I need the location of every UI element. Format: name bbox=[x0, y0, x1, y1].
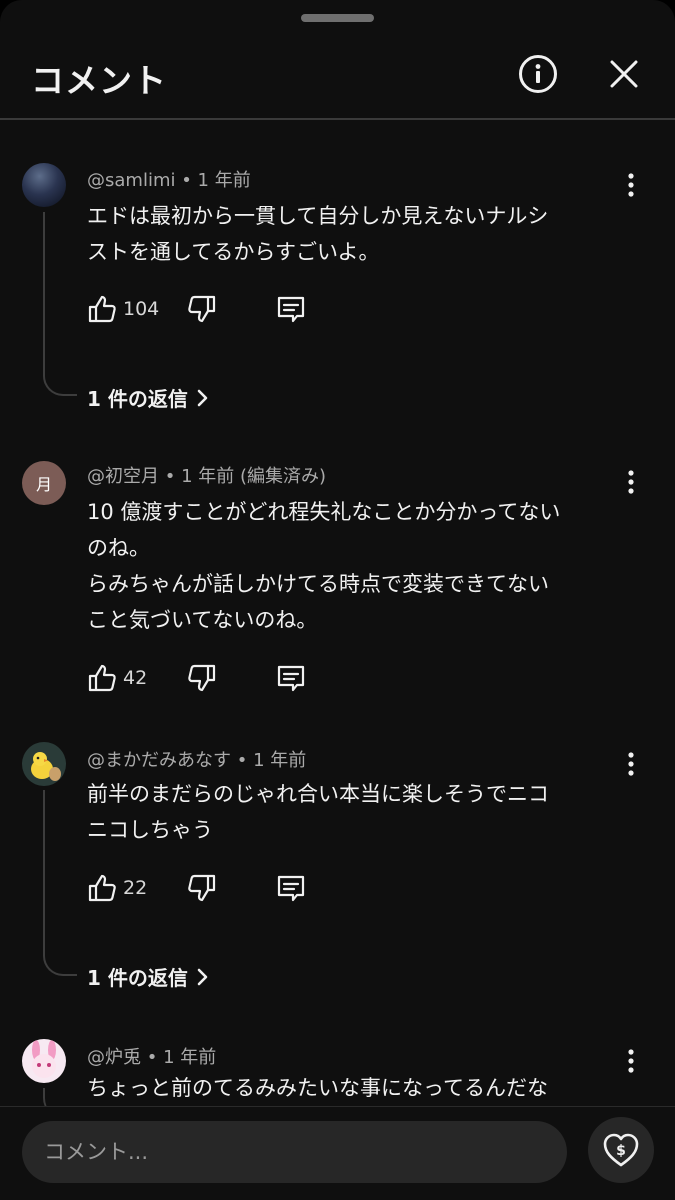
like-count: 42 bbox=[123, 667, 148, 689]
replies-label: 1 件の返信 bbox=[87, 966, 188, 990]
thread-line bbox=[43, 790, 77, 976]
close-button[interactable] bbox=[598, 48, 650, 100]
more-options-button[interactable] bbox=[614, 465, 648, 499]
thumbs-down-icon bbox=[188, 295, 216, 323]
info-circle-icon bbox=[519, 55, 557, 93]
more-vertical-icon bbox=[628, 1049, 634, 1073]
comment-text: ちょっと前のてるみみたいな事になってるんだな bbox=[87, 1076, 548, 1100]
comment-time: 1 年前 bbox=[181, 466, 235, 487]
avatar[interactable] bbox=[22, 742, 66, 786]
reply-button[interactable] bbox=[275, 660, 307, 696]
comment-time: 1 年前 bbox=[253, 750, 307, 771]
comment-author[interactable]: @samlimi bbox=[87, 170, 175, 191]
avatar[interactable] bbox=[22, 163, 66, 207]
svg-text:$: $ bbox=[616, 1143, 626, 1159]
thumbs-up-icon bbox=[88, 295, 116, 323]
comment-author[interactable]: @炉兎 bbox=[87, 1047, 141, 1068]
edited-label: (編集済み) bbox=[239, 466, 327, 487]
more-options-button[interactable] bbox=[614, 747, 648, 781]
dislike-button[interactable] bbox=[187, 870, 217, 906]
replies-label: 1 件の返信 bbox=[87, 387, 188, 411]
comment-time: 1 年前 bbox=[163, 1047, 217, 1068]
thumbs-down-icon bbox=[188, 664, 216, 692]
comment-input[interactable] bbox=[22, 1121, 567, 1183]
bunny-avatar-icon bbox=[32, 1040, 56, 1078]
thread-line bbox=[43, 212, 77, 396]
more-vertical-icon bbox=[628, 470, 634, 494]
more-vertical-icon bbox=[628, 173, 634, 197]
comment-meta: @炉兎 • 1 年前 bbox=[87, 1047, 217, 1068]
close-icon bbox=[610, 60, 638, 88]
comment-author[interactable]: @まかだみあなす bbox=[87, 750, 231, 771]
comment-text: エドは最初から一貫して自分しか見えないナルシ ストを通してるからすごいよ。 bbox=[87, 204, 549, 264]
comments-sheet: コメント @samlimi • 1 年前 エドは最初から一貫して自分しか見えない… bbox=[0, 0, 675, 1200]
thumbs-up-icon bbox=[88, 874, 116, 902]
comment-composer-bar: $ bbox=[0, 1106, 675, 1200]
reply-comment-icon bbox=[277, 875, 305, 902]
drag-handle[interactable] bbox=[301, 14, 374, 22]
more-options-button[interactable] bbox=[614, 1044, 648, 1078]
reply-comment-icon bbox=[277, 296, 305, 323]
avatar-initial: 月 bbox=[35, 475, 52, 494]
like-button[interactable]: 104 bbox=[87, 291, 159, 327]
info-button[interactable] bbox=[512, 48, 564, 100]
thumbs-down-icon bbox=[188, 874, 216, 902]
reply-comment-icon bbox=[277, 665, 305, 692]
reply-button[interactable] bbox=[275, 291, 307, 327]
dislike-button[interactable] bbox=[187, 660, 217, 696]
comment-meta: @samlimi • 1 年前 bbox=[87, 170, 251, 191]
header: コメント bbox=[0, 30, 675, 120]
reply-button[interactable] bbox=[275, 870, 307, 906]
avatar[interactable]: 月 bbox=[22, 461, 66, 505]
comment-text: 10 億渡すことがどれ程失礼なことか分かってない のね。 らみちゃんが話しかけて… bbox=[87, 500, 561, 632]
chick-avatar-icon bbox=[31, 752, 61, 781]
like-count: 22 bbox=[123, 877, 148, 899]
super-thanks-button[interactable]: $ bbox=[588, 1117, 654, 1183]
comment-author[interactable]: @初空月 bbox=[87, 466, 159, 487]
chevron-right-icon bbox=[197, 389, 208, 406]
like-button[interactable]: 22 bbox=[87, 870, 147, 906]
more-vertical-icon bbox=[628, 752, 634, 776]
like-button[interactable]: 42 bbox=[87, 660, 147, 696]
comment-meta: @初空月 • 1 年前 (編集済み) bbox=[87, 466, 327, 487]
view-replies-button[interactable]: 1 件の返信 bbox=[87, 383, 208, 412]
thumbs-up-icon bbox=[88, 664, 116, 692]
super-thanks-heart-dollar-icon: $ bbox=[603, 1133, 639, 1167]
comment-text: 前半のまだらのじゃれ合い本当に楽しそうでニコ ニコしちゃう bbox=[87, 782, 549, 842]
more-options-button[interactable] bbox=[614, 168, 648, 202]
avatar[interactable] bbox=[22, 1039, 66, 1083]
chevron-right-icon bbox=[197, 968, 208, 985]
comment-meta: @まかだみあなす • 1 年前 bbox=[87, 750, 307, 771]
like-count: 104 bbox=[123, 298, 160, 320]
dislike-button[interactable] bbox=[187, 291, 217, 327]
page-title: コメント bbox=[31, 61, 167, 100]
view-replies-button[interactable]: 1 件の返信 bbox=[87, 962, 208, 991]
comment-time: 1 年前 bbox=[197, 170, 251, 191]
